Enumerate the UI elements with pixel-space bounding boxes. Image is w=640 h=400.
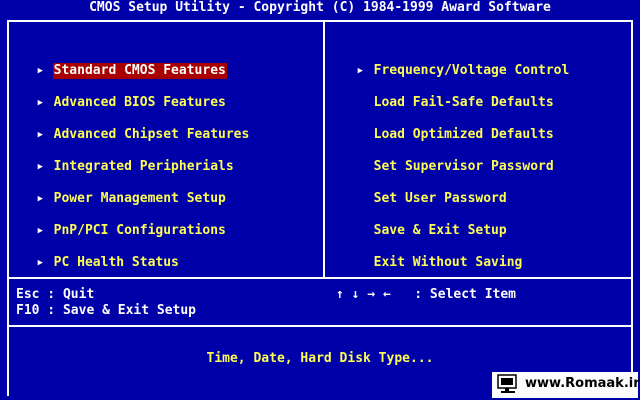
menu-item-label: Advanced Chipset Features [53, 127, 250, 142]
menu-item-integrated-peripherials[interactable]: ▶ Integrated Peripherials [22, 143, 235, 174]
watermark-text: www.Romaak.ir [525, 376, 640, 391]
frame-right-border [631, 20, 633, 396]
menu-item-label: Load Fail-Safe Defaults [373, 95, 554, 110]
menu-item-label: Load Optimized Defaults [373, 127, 554, 142]
help-esc-quit: Esc : Quit [16, 287, 95, 302]
window-title: CMOS Setup Utility - Copyright (C) 1984-… [89, 0, 551, 15]
frame-top-border [7, 20, 633, 22]
submenu-arrow-icon: ▶ [357, 66, 364, 76]
menu-item-advanced-bios-features[interactable]: ▶ Advanced BIOS Features [22, 79, 227, 110]
computer-monitor-icon [497, 374, 517, 393]
submenu-arrow-icon: ▶ [37, 98, 44, 108]
menu-item-pnp-pci-configurations[interactable]: ▶ PnP/PCI Configurations [22, 207, 227, 238]
menu-item-label: Power Management Setup [53, 191, 226, 206]
menu-item-power-management-setup[interactable]: ▶ Power Management Setup [22, 175, 227, 206]
menu-item-save-exit-setup[interactable]: Save & Exit Setup [342, 207, 508, 238]
menu-item-load-fail-safe-defaults[interactable]: Load Fail-Safe Defaults [342, 79, 555, 110]
help-arrow-keys: ↑ ↓ → ← : Select Item [336, 287, 517, 302]
item-description: Time, Date, Hard Disk Type... [206, 351, 434, 366]
menu-item-set-supervisor-password[interactable]: Set Supervisor Password [342, 143, 555, 174]
menu-item-label: Standard CMOS Features [52, 63, 227, 79]
menu-item-frequency-voltage-control[interactable]: ▶ Frequency/Voltage Control [342, 47, 570, 78]
menu-item-label: Integrated Peripherials [53, 159, 234, 174]
menu-item-label: Advanced BIOS Features [53, 95, 226, 110]
menu-item-label: Set Supervisor Password [373, 159, 554, 174]
menu-item-pc-health-status[interactable]: ▶ PC Health Status [22, 239, 180, 270]
menu-item-label: Frequency/Voltage Control [373, 63, 570, 78]
submenu-arrow-icon: ▶ [37, 130, 44, 140]
submenu-arrow-icon: ▶ [37, 66, 44, 76]
menu-item-advanced-chipset-features[interactable]: ▶ Advanced Chipset Features [22, 111, 250, 142]
menu-item-label: PnP/PCI Configurations [53, 223, 226, 238]
menu-item-standard-cmos-features[interactable]: ▶ Standard CMOS Features [22, 47, 227, 79]
submenu-arrow-icon: ▶ [37, 258, 44, 268]
menu-item-label: Save & Exit Setup [373, 223, 507, 238]
submenu-arrow-icon: ▶ [37, 226, 44, 236]
menu-item-label: PC Health Status [53, 255, 179, 270]
menu-item-set-user-password[interactable]: Set User Password [342, 175, 508, 206]
frame-column-divider [323, 20, 325, 278]
frame-help-divider [7, 277, 633, 279]
menu-item-label: Set User Password [373, 191, 507, 206]
frame-left-border [7, 20, 9, 396]
menu-item-label: Exit Without Saving [373, 255, 523, 270]
submenu-arrow-icon: ▶ [37, 162, 44, 172]
frame-desc-divider [7, 325, 633, 327]
menu-item-load-optimized-defaults[interactable]: Load Optimized Defaults [342, 111, 555, 142]
menu-item-exit-without-saving[interactable]: Exit Without Saving [342, 239, 523, 270]
submenu-arrow-icon: ▶ [37, 194, 44, 204]
watermark-badge: www.Romaak.ir [492, 372, 640, 398]
help-f10-save-exit: F10 : Save & Exit Setup [16, 303, 197, 318]
